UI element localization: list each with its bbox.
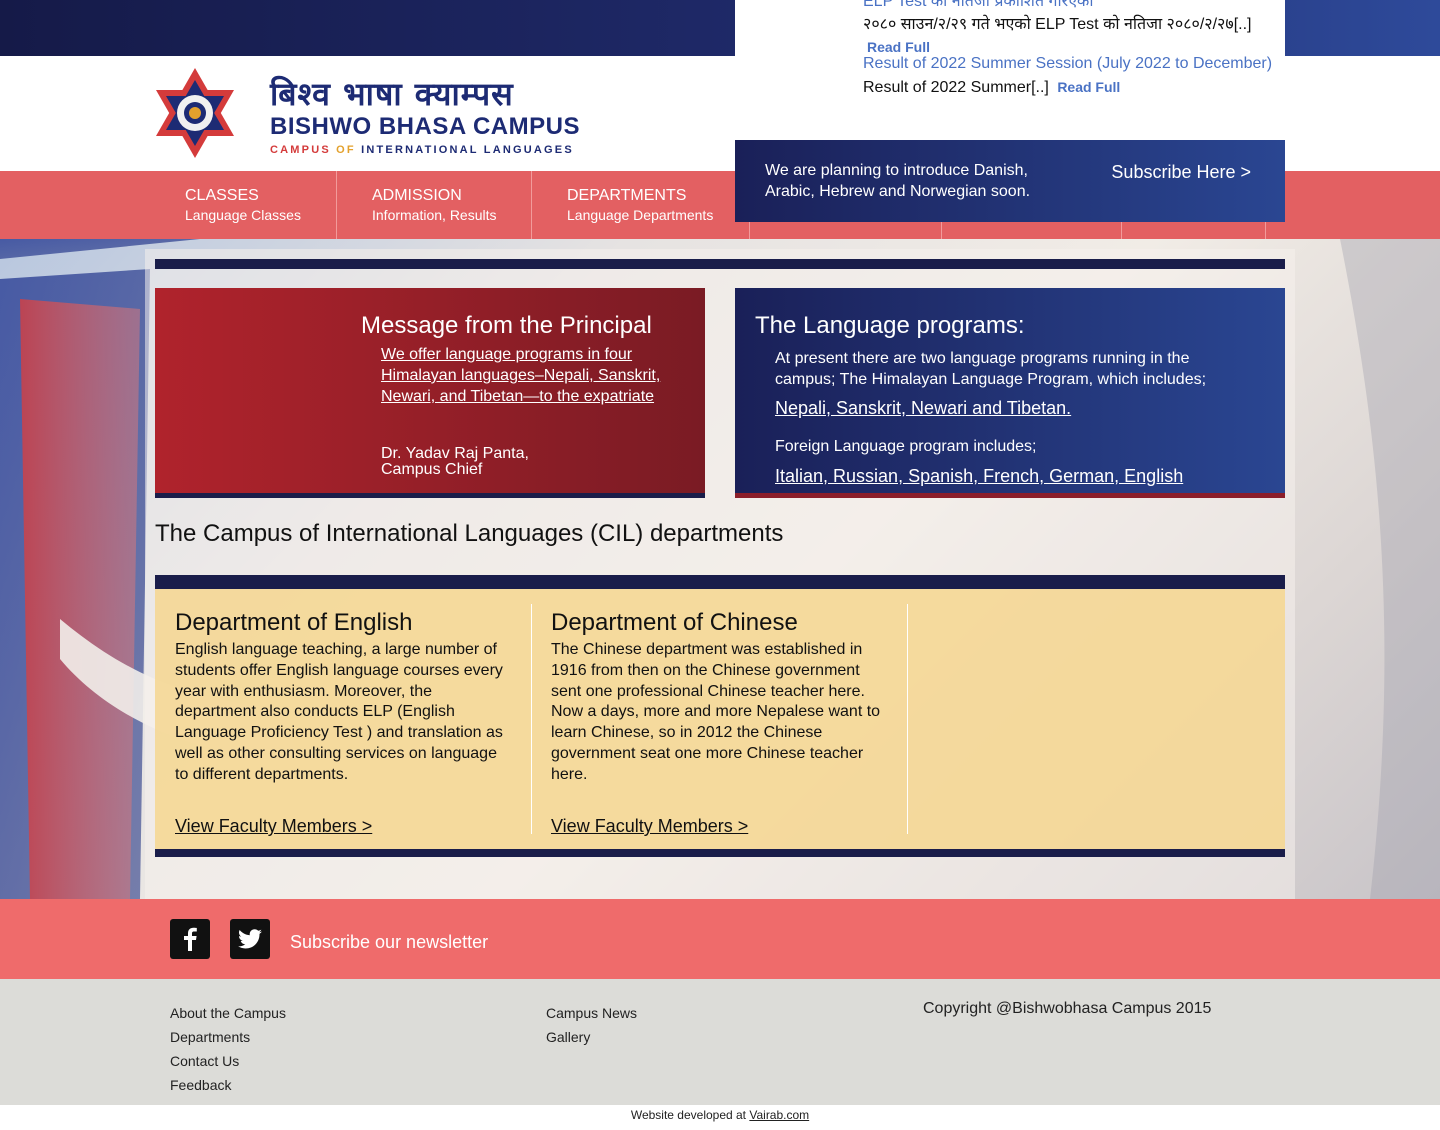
himalayan-programs-link[interactable]: Nepali, Sanskrit, Newari and Tibetan.: [775, 398, 1071, 419]
principal-card-border: [155, 493, 705, 498]
footer-link-campus-news[interactable]: Campus News: [546, 1001, 637, 1025]
department-description: The Chinese department was established i…: [551, 641, 881, 783]
news-item: Result of 2022 Summer Session (July 2022…: [863, 52, 1273, 99]
news-excerpt-text: २०८० साउन/२/२९ गते भएको ELP Test को नतिज…: [863, 16, 1252, 33]
copyright-text: Copyright @Bishwobhasa Campus 2015: [923, 1000, 1212, 1017]
nav-item-admission[interactable]: ADMISSION Information, Results: [337, 171, 532, 239]
nav-subtitle: Information, Results: [372, 207, 497, 223]
nav-item-classes[interactable]: CLASSES Language Classes: [0, 171, 337, 239]
twitter-icon: [238, 929, 262, 949]
news-excerpt: Result of 2022 Summer[..] Read Full: [863, 76, 1273, 99]
department-english-card: Department of English English language t…: [155, 604, 532, 837]
footer-links-col2: Campus News Gallery: [546, 1001, 637, 1049]
footer-link-feedback[interactable]: Feedback: [170, 1073, 286, 1097]
footer-link-about[interactable]: About the Campus: [170, 1001, 286, 1025]
logo-sub-international: INTERNATIONAL: [361, 144, 479, 156]
principal-message-link[interactable]: We offer language programs in four Himal…: [381, 344, 681, 407]
logo-sub-of: OF: [336, 144, 356, 156]
news-item: ELP Test को नतिजा प्रकाशित गरिएको २०८० स…: [863, 0, 1273, 59]
news-title-link[interactable]: ELP Test को नतिजा प्रकाशित गरिएको: [863, 0, 1273, 14]
programs-intro: At present there are two language progra…: [775, 350, 1207, 388]
developer-link[interactable]: Vairab.com: [749, 1108, 809, 1122]
nav-title: ADMISSION: [372, 187, 462, 204]
newsletter-subscribe-link[interactable]: Subscribe our newsletter: [290, 932, 488, 953]
principal-heading: Message from the Principal: [361, 312, 652, 339]
principal-name: Dr. Yadav Raj Panta,: [381, 445, 529, 462]
facebook-icon: [184, 927, 197, 951]
language-programs-card: The Language programs: At present there …: [735, 288, 1285, 493]
logo-sub-languages: LANGUAGES: [483, 144, 574, 156]
departments-section: Department of English English language t…: [155, 589, 1285, 849]
principal-signature: Dr. Yadav Raj Panta, Campus Chief: [381, 446, 529, 478]
footer-link-contact[interactable]: Contact Us: [170, 1049, 286, 1073]
department-chinese-card: Department of Chinese The Chinese depart…: [531, 604, 908, 837]
department-title: Department of Chinese: [551, 609, 798, 636]
footer-link-gallery[interactable]: Gallery: [546, 1025, 637, 1049]
programs-card-border: [735, 493, 1285, 498]
nav-subtitle: Language Classes: [185, 207, 301, 223]
principal-message-card: Message from the Principal We offer lang…: [155, 288, 705, 493]
subscribe-text: We are planning to introduce Danish, Ara…: [765, 162, 1031, 200]
news-excerpt-text: Result of 2022 Summer[..]: [863, 79, 1049, 96]
logo-devanagari: बिश्व भाषा क्याम्पस: [270, 75, 514, 113]
subscribe-here-link[interactable]: Subscribe Here >: [1111, 162, 1251, 183]
departments-heading: The Campus of International Languages (C…: [155, 520, 784, 547]
nav-item-departments[interactable]: DEPARTMENTS Language Departments: [532, 171, 750, 239]
campus-logo-text[interactable]: बिश्व भाषा क्याम्पस BISHWO BHASA CAMPUS …: [270, 78, 580, 156]
read-full-link[interactable]: Read Full: [1057, 79, 1120, 95]
nav-subtitle: Language Departments: [567, 207, 714, 223]
footer-links-area: About the Campus Departments Contact Us …: [0, 979, 1440, 1105]
foreign-programs-intro: Foreign Language program includes;: [775, 438, 1037, 455]
principal-role: Campus Chief: [381, 461, 483, 478]
programs-heading: The Language programs:: [755, 312, 1025, 339]
news-ticker: ELP Test को नतिजा प्रकाशित गरिएको २०८० स…: [735, 0, 1285, 140]
footer-links-col1: About the Campus Departments Contact Us …: [170, 1001, 286, 1097]
footer-social-bar: Subscribe our newsletter: [0, 899, 1440, 979]
site-credit: Website developed at Vairab.com: [0, 1108, 1440, 1122]
nav-title: CLASSES: [185, 187, 259, 204]
department-title: Department of English: [175, 609, 413, 636]
view-faculty-link[interactable]: View Faculty Members >: [551, 816, 748, 837]
top-divider-stripe: [155, 259, 1285, 269]
news-title-link[interactable]: Result of 2022 Summer Session (July 2022…: [863, 52, 1273, 76]
credit-prefix: Website developed at: [630, 1108, 750, 1122]
star-emblem-icon: [156, 68, 234, 158]
subscribe-banner: We are planning to introduce Danish, Ara…: [735, 140, 1285, 222]
nav-title: DEPARTMENTS: [567, 187, 687, 204]
twitter-button[interactable]: [230, 919, 270, 959]
facebook-button[interactable]: [170, 919, 210, 959]
logo-english-name: BISHWO BHASA CAMPUS: [270, 113, 580, 140]
departments-bottom-stripe: [155, 849, 1285, 857]
logo-sub-campus: CAMPUS: [270, 144, 331, 156]
view-faculty-link[interactable]: View Faculty Members >: [175, 816, 372, 837]
campus-logo-emblem[interactable]: [152, 66, 238, 160]
footer-link-departments[interactable]: Departments: [170, 1025, 286, 1049]
departments-top-stripe: [155, 575, 1285, 589]
foreign-programs-link[interactable]: Italian, Russian, Spanish, French, Germa…: [775, 466, 1183, 487]
logo-subtitle: CAMPUS OF INTERNATIONAL LANGUAGES: [270, 144, 580, 156]
department-description: English language teaching, a large numbe…: [175, 641, 503, 783]
